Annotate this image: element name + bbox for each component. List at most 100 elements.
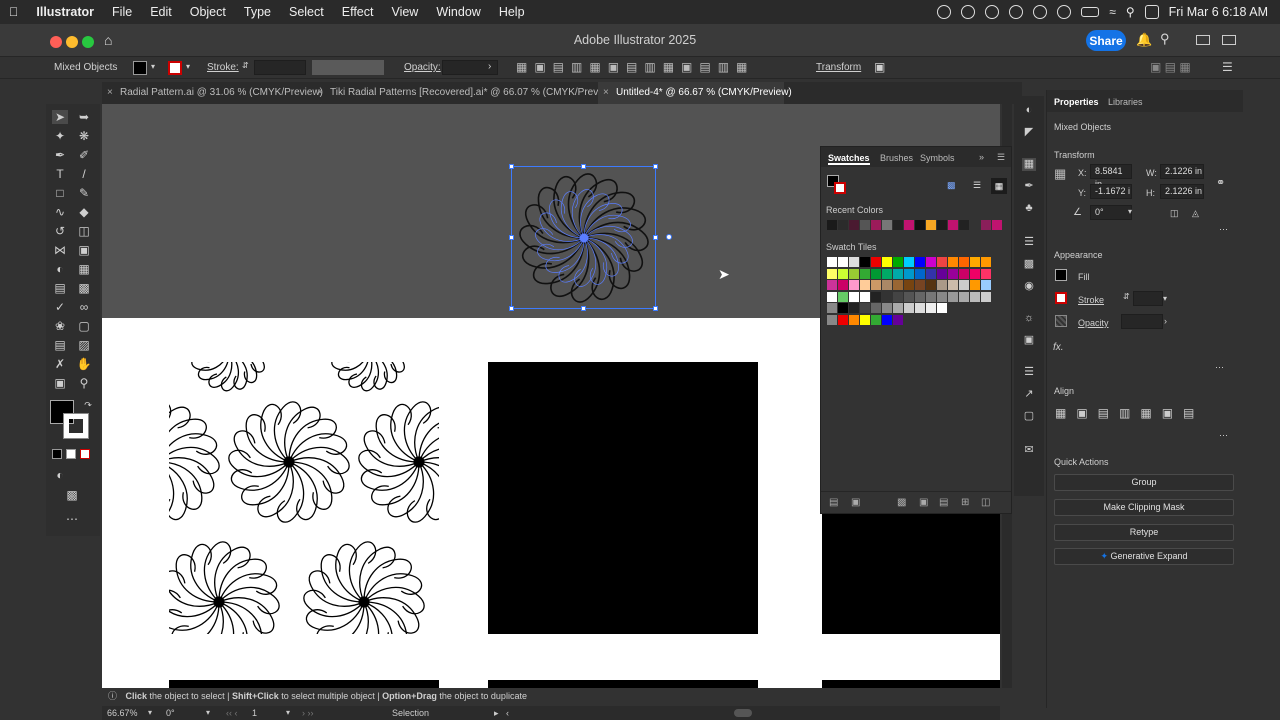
handle-bottom-right[interactable] (653, 306, 658, 311)
color-swatch[interactable] (838, 280, 848, 290)
fill-label[interactable]: Fill (1078, 272, 1090, 282)
color-swatch[interactable] (937, 303, 947, 313)
close-icon[interactable]: × (603, 82, 609, 104)
curvature-tool-icon[interactable]: ✐ (76, 148, 92, 162)
x-position-field[interactable]: 8.5841 in (1090, 164, 1132, 189)
tab-symbols[interactable]: Symbols (920, 153, 955, 163)
eraser-icon[interactable]: ◆ (76, 205, 92, 219)
recent-color-swatch[interactable] (915, 220, 925, 230)
color-swatch[interactable] (838, 257, 848, 267)
color-swatch[interactable] (904, 257, 914, 267)
menu-type[interactable]: Type (235, 5, 280, 19)
scroll-left-icon[interactable]: ‹ (506, 706, 509, 720)
handle-left[interactable] (509, 235, 514, 240)
color-swatch[interactable] (860, 303, 870, 313)
magic-wand-icon[interactable]: ✦ (52, 129, 68, 143)
menu-clock[interactable]: Fri Mar 6 6:18 AM (1169, 5, 1268, 19)
color-swatch[interactable] (849, 257, 859, 267)
color-swatch[interactable] (860, 291, 870, 302)
color-swatch[interactable] (838, 303, 848, 313)
color-swatch[interactable] (882, 257, 892, 267)
stroke-weight-field-properties[interactable] (1133, 291, 1163, 306)
close-icon[interactable]: × (317, 82, 323, 104)
menu-help[interactable]: Help (490, 5, 534, 19)
color-swatch[interactable] (849, 268, 859, 279)
color-swatch[interactable] (948, 268, 958, 279)
tab-radial-pattern[interactable]: × Radial Pattern.ai @ 31.06 % (CMYK/Previ… (102, 82, 324, 104)
color-swatch[interactable] (926, 291, 936, 302)
recent-color-swatch[interactable] (827, 220, 837, 230)
chevron-down-icon[interactable]: ▾ (1128, 207, 1132, 216)
y-position-field[interactable]: -1.1672 i (1090, 184, 1132, 199)
color-swatch[interactable] (948, 257, 958, 267)
rotation-point-handle[interactable] (666, 234, 672, 240)
color-swatch[interactable] (849, 303, 859, 313)
fx-effects-button[interactable]: fx. (1053, 342, 1064, 353)
color-guide-icon[interactable]: ◤ (1022, 126, 1036, 139)
new-swatch-icon[interactable]: ⊞ (961, 497, 969, 508)
bell-icon[interactable]: 🔔 (1136, 32, 1152, 48)
recent-color-swatch[interactable] (882, 220, 892, 230)
color-swatch[interactable] (948, 291, 958, 302)
color-swatch[interactable] (893, 314, 903, 325)
chevron-right-icon[interactable]: › (1164, 316, 1167, 326)
color-swatch[interactable] (860, 280, 870, 290)
more-options-icon[interactable]: ⋯ (1219, 224, 1228, 235)
recent-color-swatch[interactable] (970, 220, 980, 230)
menu-app-name[interactable]: Illustrator (27, 5, 103, 19)
recent-color-swatch[interactable] (959, 220, 969, 230)
color-swatch[interactable] (904, 303, 914, 313)
direct-selection-tool-icon[interactable]: ➥ (76, 110, 92, 124)
opacity-label[interactable]: Opacity (1078, 318, 1109, 328)
color-swatch[interactable] (849, 314, 859, 325)
chevron-down-icon[interactable]: ▾ (206, 706, 210, 720)
color-panel-icon[interactable]: ◐ (1022, 104, 1036, 117)
reference-point-icon[interactable]: ▦ (1054, 166, 1066, 182)
color-swatch[interactable] (838, 314, 848, 325)
color-swatch[interactable] (849, 280, 859, 290)
arrange-documents-icon[interactable] (1222, 35, 1236, 45)
color-swatch[interactable] (904, 280, 914, 290)
swatch-stroke-indicator[interactable] (834, 182, 846, 194)
brush-app-icon[interactable] (1009, 5, 1024, 19)
color-swatch[interactable] (871, 303, 881, 313)
status-menu-icon[interactable]: ▸ (494, 706, 499, 720)
color-swatch[interactable] (959, 291, 969, 302)
shape-builder-icon[interactable]: ◐ (52, 262, 68, 276)
recent-color-swatch[interactable] (871, 220, 881, 230)
color-swatch[interactable] (937, 268, 947, 279)
rectangle-tool-icon[interactable]: □ (52, 186, 68, 200)
chevron-down-icon[interactable]: ▾ (186, 62, 190, 71)
line-tool-icon[interactable]: / (76, 167, 92, 181)
tab-properties[interactable]: Properties (1054, 97, 1099, 107)
stepper-icon[interactable]: ⇵ (242, 61, 249, 70)
constrain-proportions-icon[interactable]: ⚭ (1216, 176, 1225, 189)
print-tiling-icon[interactable]: ▣ (52, 376, 68, 390)
stepper-icon[interactable]: ⇵ (1123, 292, 1130, 301)
apple-icon[interactable]:  (0, 5, 27, 19)
tab-brushes[interactable]: Brushes (880, 153, 913, 163)
chevron-down-icon[interactable]: ▾ (151, 62, 155, 71)
color-swatch[interactable] (959, 268, 969, 279)
color-swatch[interactable] (860, 257, 870, 267)
stroke-label[interactable]: Stroke: (207, 62, 239, 73)
color-swatch[interactable] (827, 280, 837, 290)
group-button[interactable]: Group (1054, 474, 1234, 491)
align-icons[interactable]: ▦▣▤▥▦▣▤▥▦▣▤▥▦ (516, 60, 754, 74)
color-swatch[interactable] (915, 257, 925, 267)
black-strip-3[interactable] (822, 680, 1000, 688)
color-swatch[interactable] (981, 257, 991, 267)
hand-tool-icon[interactable]: ✋ (76, 357, 92, 371)
color-swatch[interactable] (871, 257, 881, 267)
color-swatch[interactable] (838, 291, 848, 302)
pattern-tile-art[interactable] (169, 362, 441, 634)
color-swatch[interactable] (970, 268, 980, 279)
menu-lines-icon[interactable]: ☰ (1222, 60, 1233, 74)
help-icon[interactable]: ⓘ (108, 691, 117, 701)
blend-tool-icon[interactable]: ∞ (76, 300, 92, 314)
slice-tool-icon[interactable]: ▨ (76, 338, 92, 352)
symbol-sprayer-icon[interactable]: ❀ (52, 319, 68, 333)
knife-tool-icon[interactable]: ✗ (52, 357, 68, 371)
color-swatch[interactable] (882, 291, 892, 302)
color-swatch[interactable] (827, 257, 837, 267)
